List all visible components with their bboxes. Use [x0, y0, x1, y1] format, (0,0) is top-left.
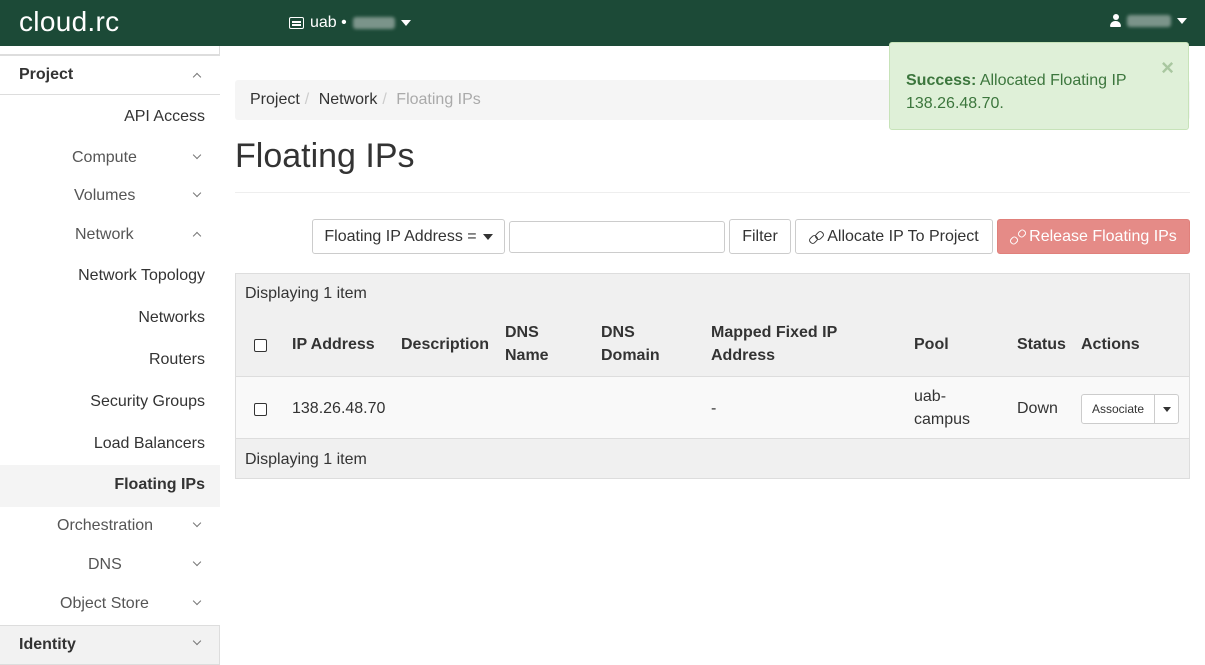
cell-line: uab- — [914, 388, 947, 405]
column-header-mapped-fixed-ip[interactable]: Mapped Fixed IP Address — [711, 321, 837, 367]
cell-status: Down — [1017, 400, 1058, 417]
filter-input[interactable] — [509, 221, 725, 253]
redacted-project-name — [352, 17, 395, 29]
filter-field-select[interactable]: Floating IP Address = — [312, 219, 505, 254]
sidebar-item-volumes[interactable]: Volumes — [74, 187, 135, 205]
release-floating-ips-label: Release Floating IPs — [1029, 227, 1177, 245]
breadcrumb-separator: / — [382, 91, 387, 108]
header-line: Name — [505, 347, 549, 364]
floating-ips-table: Displaying 1 item IP Address Description… — [235, 273, 1190, 479]
close-icon[interactable]: × — [1161, 57, 1174, 79]
divider — [235, 192, 1190, 193]
sidebar-section-identity[interactable]: Identity — [0, 625, 220, 665]
header-line: DNS — [601, 324, 635, 341]
user-menu[interactable] — [1110, 14, 1187, 27]
sidebar-item-load-balancers[interactable]: Load Balancers — [94, 435, 205, 453]
release-floating-ips-button[interactable]: Release Floating IPs — [997, 219, 1190, 254]
row-actions: Associate — [1081, 394, 1180, 424]
associate-button[interactable]: Associate — [1082, 395, 1154, 423]
breadcrumb-project[interactable]: Project — [250, 91, 300, 108]
sidebar-item-floating-ips[interactable]: Floating IPs — [114, 476, 205, 494]
sidebar-section-label: Identity — [19, 636, 76, 653]
allocate-ip-button[interactable]: Allocate IP To Project — [795, 219, 993, 254]
chevron-down-icon — [192, 596, 202, 606]
column-header-dns-domain[interactable]: DNS Domain — [601, 321, 660, 367]
sidebar-item-object-store[interactable]: Object Store — [60, 595, 149, 613]
filter-button[interactable]: Filter — [729, 219, 791, 254]
table-row: 138.26.48.70 - uab- campus Down Associat… — [236, 376, 1189, 439]
sidebar-item-security-groups[interactable]: Security Groups — [90, 393, 205, 411]
cell-line: campus — [914, 411, 971, 428]
select-all-checkbox[interactable] — [254, 339, 267, 352]
page-title: Floating IPs — [235, 137, 415, 175]
chevron-up-icon — [192, 231, 202, 241]
success-alert: Success: Allocated Floating IP 138.26.48… — [889, 42, 1189, 130]
sidebar-section-project[interactable]: Project — [0, 55, 220, 95]
column-header-status[interactable]: Status — [1017, 333, 1066, 356]
cell-pool: uab- campus — [914, 385, 970, 431]
column-header-description[interactable]: Description — [401, 333, 489, 356]
cell-ip-address: 138.26.48.70 — [292, 400, 386, 417]
caret-down-icon — [482, 233, 493, 240]
sidebar: Project API Access Compute Volumes Netwo… — [0, 46, 220, 665]
header-line: Domain — [601, 347, 660, 364]
sidebar-section-label: Project — [19, 66, 74, 83]
brand-logo[interactable]: cloud.rc — [19, 6, 119, 38]
server-icon — [289, 17, 304, 29]
cell-mapped-fixed-ip: - — [711, 400, 717, 417]
chevron-down-icon — [192, 150, 202, 160]
user-icon — [1110, 14, 1121, 27]
breadcrumb-current: Floating IPs — [396, 91, 481, 108]
top-navbar: cloud.rc uab • — [0, 0, 1205, 46]
column-header-ip-address[interactable]: IP Address — [292, 333, 375, 356]
sidebar-item-networks[interactable]: Networks — [138, 309, 205, 327]
caret-down-icon — [400, 20, 411, 26]
sidebar-top-strip — [0, 46, 220, 55]
sidebar-item-orchestration[interactable]: Orchestration — [57, 517, 153, 535]
caret-down-icon — [1177, 17, 1187, 24]
sidebar-item-network-topology[interactable]: Network Topology — [78, 267, 205, 285]
column-header-dns-name[interactable]: DNS Name — [505, 321, 549, 367]
row-actions-dropdown-toggle[interactable] — [1154, 395, 1178, 423]
unlink-icon — [1010, 229, 1025, 244]
column-header-pool[interactable]: Pool — [914, 333, 949, 356]
table-count: Displaying 1 item — [245, 285, 367, 302]
project-selector[interactable]: uab • — [289, 14, 411, 32]
redacted-username — [1127, 14, 1171, 27]
table-count: Displaying 1 item — [245, 451, 367, 468]
sidebar-item-api-access[interactable]: API Access — [124, 108, 205, 126]
project-selector-label: uab • — [310, 14, 347, 31]
chevron-down-icon — [192, 518, 202, 528]
column-header-actions: Actions — [1081, 336, 1140, 353]
sidebar-item-network[interactable]: Network — [75, 226, 134, 244]
header-line: Mapped Fixed IP — [711, 324, 838, 341]
sidebar-item-dns[interactable]: DNS — [88, 556, 122, 574]
alert-title: Success: — [906, 72, 977, 89]
header-line: Address — [711, 347, 776, 364]
link-icon — [809, 230, 823, 244]
filter-field-label: Floating IP Address = — [324, 227, 477, 245]
chevron-up-icon — [192, 72, 202, 82]
sidebar-item-routers[interactable]: Routers — [149, 351, 205, 369]
row-checkbox[interactable] — [254, 403, 267, 416]
sidebar-item-compute[interactable]: Compute — [72, 149, 137, 167]
chevron-down-icon — [192, 188, 202, 198]
breadcrumb-separator: / — [304, 91, 310, 108]
header-line: DNS — [505, 324, 539, 341]
breadcrumb-network[interactable]: Network — [319, 91, 378, 108]
chevron-down-icon — [192, 557, 202, 567]
allocate-ip-label: Allocate IP To Project — [827, 227, 979, 245]
chevron-down-icon — [192, 636, 202, 646]
caret-down-icon — [1162, 406, 1171, 412]
